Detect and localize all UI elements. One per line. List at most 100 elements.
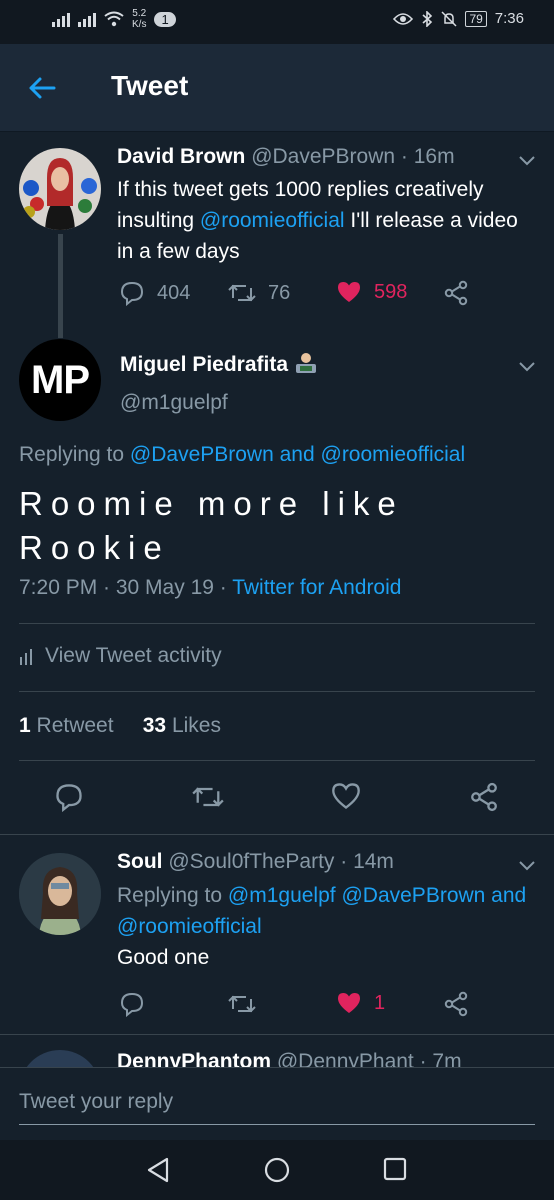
notification-badge: 1: [154, 11, 176, 27]
recents-nav-icon[interactable]: [382, 1156, 408, 1182]
reply-composer: [0, 1067, 554, 1140]
wifi-icon: [104, 11, 124, 27]
avatar-soul[interactable]: [19, 853, 101, 935]
home-nav-icon[interactable]: [263, 1156, 291, 1184]
reply-icon[interactable]: [119, 991, 145, 1017]
signal-icon-2: [78, 11, 96, 27]
mention-link[interactable]: @roomieofficial: [321, 443, 466, 466]
replying-prefix: Replying to: [19, 443, 130, 466]
tweet-text: Good one: [117, 946, 210, 969]
retweet-button[interactable]: 76: [228, 280, 290, 306]
like-label: Likes: [166, 714, 221, 737]
replying-and: and: [485, 884, 527, 907]
chevron-down-icon[interactable]: [517, 359, 537, 373]
reply-button[interactable]: 404: [119, 280, 190, 306]
back-arrow-icon[interactable]: [26, 72, 58, 104]
like-count: 1: [374, 991, 386, 1014]
app-header: Tweet: [0, 44, 554, 132]
author-handle[interactable]: @m1guelpf: [120, 391, 228, 415]
speed-value: 5.2: [132, 8, 147, 19]
chevron-down-icon[interactable]: [517, 858, 537, 872]
replying-to: Replying to @m1guelpf @DavePBrown and @r…: [117, 880, 537, 942]
activity-label: View Tweet activity: [45, 644, 222, 667]
back-nav-icon[interactable]: [145, 1156, 171, 1184]
divider: [19, 623, 535, 624]
signal-icon: [52, 11, 70, 27]
author-handle[interactable]: @Soul0fTheParty: [168, 850, 334, 873]
separator: [0, 1034, 554, 1035]
status-left: 5.2 K/s 1: [52, 8, 176, 30]
avatar-image: [19, 148, 101, 230]
reply-icon: [120, 281, 144, 306]
author-handle[interactable]: @DavePBrown: [251, 145, 395, 168]
retweet-label: Retweet: [30, 714, 114, 737]
system-nav-bar: [0, 1140, 554, 1200]
mention-link[interactable]: @roomieofficial: [117, 915, 262, 938]
share-icon[interactable]: [443, 991, 469, 1017]
tweet-header: Soul @Soul0fTheParty · 14m: [117, 850, 394, 874]
retweets-link[interactable]: 1 Retweet: [19, 714, 114, 737]
tweet-time: · 14m: [340, 850, 394, 873]
status-right: 79 7:36: [393, 10, 524, 27]
reply-input[interactable]: [19, 1090, 535, 1125]
speed-unit: K/s: [132, 19, 147, 30]
battery-indicator: 79: [465, 10, 487, 27]
page-title: Tweet: [111, 70, 189, 101]
replying-and: and: [273, 443, 321, 466]
separator: [0, 834, 554, 835]
status-bar: 5.2 K/s 1 79 7:36: [0, 0, 554, 44]
mention-link[interactable]: @DavePBrown: [130, 443, 274, 466]
activity-bars-icon: [20, 649, 32, 665]
heart-icon: [338, 993, 360, 1013]
bluetooth-icon: [422, 10, 433, 27]
tweet-meta: 7:20 PM · 30 May 19 · Twitter for Androi…: [19, 576, 401, 600]
like-total: 33: [142, 714, 167, 737]
bell-muted-icon: [441, 10, 457, 27]
main-tweet-text: Roomie more like Rookie: [19, 485, 404, 566]
heart-icon[interactable]: [331, 782, 361, 810]
author-name[interactable]: David Brown: [117, 145, 245, 168]
author-name-row: Miguel Piedrafita: [120, 352, 318, 377]
tweet-source-link[interactable]: Twitter for Android: [232, 576, 401, 599]
author-name[interactable]: Miguel Piedrafita: [120, 353, 288, 376]
tweet-header: David Brown @DavePBrown · 16m: [117, 145, 455, 169]
tweet-timestamp: 7:20 PM · 30 May 19 ·: [19, 576, 233, 599]
mention-link[interactable]: @m1guelpf: [228, 884, 336, 907]
replying-to: Replying to @DavePBrown and @roomieoffic…: [19, 443, 465, 467]
like-button[interactable]: 598: [336, 280, 407, 304]
technologist-emoji-icon: [295, 353, 316, 373]
eye-icon: [393, 12, 414, 25]
thread-line: [58, 234, 63, 338]
replying-prefix: Replying to: [117, 884, 228, 907]
retweet-count: 76: [268, 281, 291, 304]
chevron-down-icon[interactable]: [517, 153, 537, 167]
avatar-initials: MP: [31, 357, 90, 403]
avatar-david-brown[interactable]: [19, 148, 101, 230]
divider: [19, 691, 535, 692]
tweet-time: · 16m: [400, 145, 455, 168]
share-icon[interactable]: [443, 280, 469, 306]
engagement-counts: 1 Retweet 33 Likes: [19, 714, 221, 738]
avatar-image: [19, 853, 101, 935]
author-name[interactable]: Soul: [117, 850, 163, 873]
status-time: 7:36: [494, 10, 524, 27]
likes-link[interactable]: 33 Likes: [143, 714, 221, 737]
view-tweet-activity[interactable]: View Tweet activity: [19, 644, 222, 668]
avatar-miguel-piedrafita[interactable]: MP: [19, 339, 101, 421]
retweet-icon: [228, 284, 256, 302]
retweet-icon[interactable]: [192, 782, 224, 812]
mention-link[interactable]: @DavePBrown: [341, 884, 485, 907]
mention-link[interactable]: @roomieofficial: [200, 209, 345, 232]
share-icon[interactable]: [469, 782, 499, 812]
reply-icon[interactable]: [54, 782, 84, 812]
reply-count: 404: [157, 281, 191, 304]
like-count: 598: [374, 280, 408, 303]
retweet-total: 1: [19, 714, 31, 737]
main-tweet-actions: [0, 778, 554, 818]
tweet-text: If this tweet gets 1000 replies creative…: [117, 174, 537, 267]
heart-icon: [338, 282, 360, 302]
like-button[interactable]: 1: [336, 991, 385, 1015]
retweet-icon[interactable]: [228, 991, 256, 1017]
avatar-initials-text: MP: [31, 357, 90, 402]
divider: [19, 760, 535, 761]
